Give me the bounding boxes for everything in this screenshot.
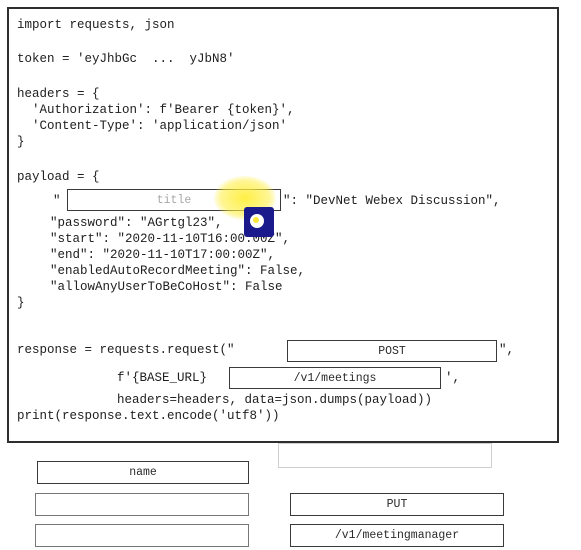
option-empty-left-2[interactable] bbox=[35, 524, 249, 547]
code-line-cohost: "allowAnyUserToBeCoHost": False bbox=[35, 280, 283, 294]
code-line-title-suffix: ": "DevNet Webex Discussion", bbox=[283, 194, 501, 208]
code-line-request-args: headers=headers, data=json.dumps(payload… bbox=[117, 393, 433, 407]
method-drop-slot[interactable]: POST bbox=[287, 340, 497, 362]
path-slot-value: /v1/meetings bbox=[293, 371, 377, 385]
code-line-headers-open: headers = { bbox=[17, 87, 100, 101]
code-line-url-suffix: ', bbox=[445, 371, 461, 385]
option-meetingmanager-label: /v1/meetingmanager bbox=[334, 529, 460, 542]
code-line-request-suffix: ", bbox=[499, 343, 515, 357]
option-empty-left-1[interactable] bbox=[35, 493, 249, 516]
option-name[interactable]: name bbox=[37, 461, 249, 484]
code-line-import: import requests, json bbox=[17, 18, 175, 32]
code-line-print: print(response.text.encode('utf8')) bbox=[17, 409, 280, 423]
code-line-headers-close: } bbox=[17, 135, 25, 149]
option-empty-top-right[interactable] bbox=[278, 443, 492, 468]
code-line-request-prefix: response = requests.request(" bbox=[17, 343, 235, 357]
code-panel: import requests, json token = 'eyJhbGc .… bbox=[7, 7, 559, 443]
method-slot-value: POST bbox=[378, 344, 406, 358]
option-meetingmanager[interactable]: /v1/meetingmanager bbox=[290, 524, 504, 547]
code-line-end: "end": "2020-11-10T17:00:00Z", bbox=[35, 248, 276, 262]
code-line-authorization: 'Authorization': f'Bearer {token}', bbox=[17, 103, 295, 117]
option-put[interactable]: PUT bbox=[290, 493, 504, 516]
code-line-token: token = 'eyJhbGc ... yJbN8' bbox=[17, 52, 235, 66]
code-line-password: "password": "AGrtgl23", bbox=[35, 216, 223, 230]
code-line-title-prefix: " bbox=[53, 194, 61, 208]
cursor-icon bbox=[244, 207, 274, 237]
option-put-label: PUT bbox=[386, 498, 408, 511]
code-line-autorecord: "enabledAutoRecordMeeting": False, bbox=[35, 264, 306, 278]
option-name-label: name bbox=[129, 466, 157, 479]
title-slot-placeholder: title bbox=[156, 193, 192, 207]
code-line-content-type: 'Content-Type': 'application/json' bbox=[17, 119, 288, 133]
code-line-payload-close: } bbox=[17, 296, 25, 310]
code-line-payload-open: payload = { bbox=[17, 170, 100, 184]
code-line-url-prefix: f'{BASE_URL} bbox=[117, 371, 208, 385]
path-drop-slot[interactable]: /v1/meetings bbox=[229, 367, 441, 389]
